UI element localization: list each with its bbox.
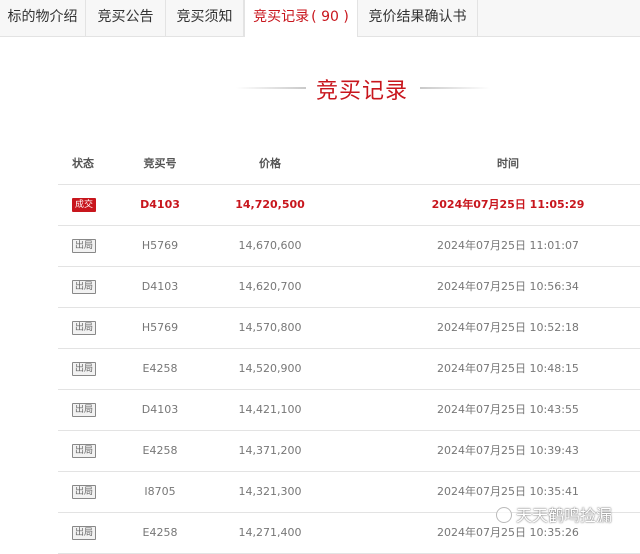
bid-time: 2024年07月25日 10:56:34: [437, 280, 579, 293]
bidder-id: E4258: [142, 362, 178, 375]
bid-records-table: 状态 竞买号 价格 时间 成交 D4103 14,720,500 2024年07…: [58, 144, 640, 554]
bid-time: 2024年07月25日 11:01:07: [437, 239, 579, 252]
table-header: 状态 竞买号 价格 时间: [58, 144, 640, 185]
status-badge: 出局: [72, 485, 97, 499]
watermark-text: 天天鹤鸣捡漏: [516, 506, 613, 525]
title-divider-left: [236, 87, 306, 89]
status-badge: 出局: [72, 239, 97, 253]
bid-price: 14,570,800: [238, 321, 302, 334]
status-badge: 出局: [72, 526, 97, 540]
table-row: 出局 D4103 14,421,100 2024年07月25日 10:43:55: [58, 390, 640, 431]
tab-label: 竞买记录: [253, 9, 310, 25]
bidder-id: I8705: [144, 485, 176, 498]
bidder-id: D4103: [141, 403, 179, 416]
table-row: 成交 D4103 14,720,500 2024年07月25日 11:05:29: [58, 185, 640, 226]
bid-price: 14,720,500: [235, 198, 305, 211]
bid-time: 2024年07月25日 11:05:29: [431, 198, 585, 211]
section-title-text: 竞买记录: [316, 79, 409, 104]
header-time: 时间: [497, 157, 519, 170]
tab-label: 标的物介绍: [7, 9, 78, 25]
tab-notice[interactable]: 竞买须知: [166, 0, 244, 36]
bid-price: 14,620,700: [238, 280, 302, 293]
bid-price: 14,421,100: [238, 403, 302, 416]
bidder-id: H5769: [141, 321, 179, 334]
bid-time: 2024年07月25日 10:39:43: [437, 444, 579, 457]
bidder-id: E4258: [142, 444, 178, 457]
status-badge: 出局: [72, 321, 97, 335]
title-divider-right: [420, 87, 490, 89]
bid-price: 14,271,400: [238, 526, 302, 539]
table-row: 出局 E4258 14,520,900 2024年07月25日 10:48:15: [58, 349, 640, 390]
tab-item-intro[interactable]: 标的物介绍: [0, 0, 86, 36]
bidder-id: D4103: [140, 198, 180, 211]
status-badge: 出局: [72, 362, 97, 376]
table-row: 出局 H5769 14,570,800 2024年07月25日 10:52:18: [58, 308, 640, 349]
table-row: 出局 D4103 14,620,700 2024年07月25日 10:56:34: [58, 267, 640, 308]
status-badge: 出局: [72, 280, 97, 294]
header-price: 价格: [259, 157, 281, 170]
watermark: 天天鹤鸣捡漏: [496, 502, 612, 526]
tab-bid-records[interactable]: 竞买记录( 90 ): [244, 0, 358, 37]
bid-price: 14,520,900: [238, 362, 302, 375]
bidder-id: E4258: [142, 526, 178, 539]
tab-bar: 标的物介绍 竞买公告 竞买须知 竞买记录( 90 ) 竞价结果确认书: [0, 0, 640, 37]
tab-label: 竞价结果确认书: [368, 9, 467, 25]
table-row: 出局 E4258 14,371,200 2024年07月25日 10:39:43: [58, 431, 640, 472]
tab-count: ( 90 ): [311, 9, 349, 25]
bid-price: 14,321,300: [238, 485, 302, 498]
tab-announcement[interactable]: 竞买公告: [86, 0, 166, 36]
tab-label: 竞买公告: [97, 9, 154, 25]
paw-icon: [496, 507, 512, 523]
bidder-id: D4103: [141, 280, 179, 293]
bid-time: 2024年07月25日 10:52:18: [437, 321, 579, 334]
bid-price: 14,670,600: [238, 239, 302, 252]
header-bidder: 竞买号: [143, 157, 177, 170]
tab-label: 竞买须知: [176, 9, 233, 25]
status-badge: 出局: [72, 403, 97, 417]
table-row: 出局 H5769 14,670,600 2024年07月25日 11:01:07: [58, 226, 640, 267]
status-badge: 成交: [72, 198, 97, 212]
bidder-id: H5769: [141, 239, 179, 252]
bid-time: 2024年07月25日 10:43:55: [437, 403, 579, 416]
header-status: 状态: [72, 157, 94, 170]
status-badge: 出局: [72, 444, 97, 458]
tab-result-confirmation[interactable]: 竞价结果确认书: [358, 0, 478, 36]
bid-price: 14,371,200: [238, 444, 302, 457]
bid-time: 2024年07月25日 10:48:15: [437, 362, 579, 375]
